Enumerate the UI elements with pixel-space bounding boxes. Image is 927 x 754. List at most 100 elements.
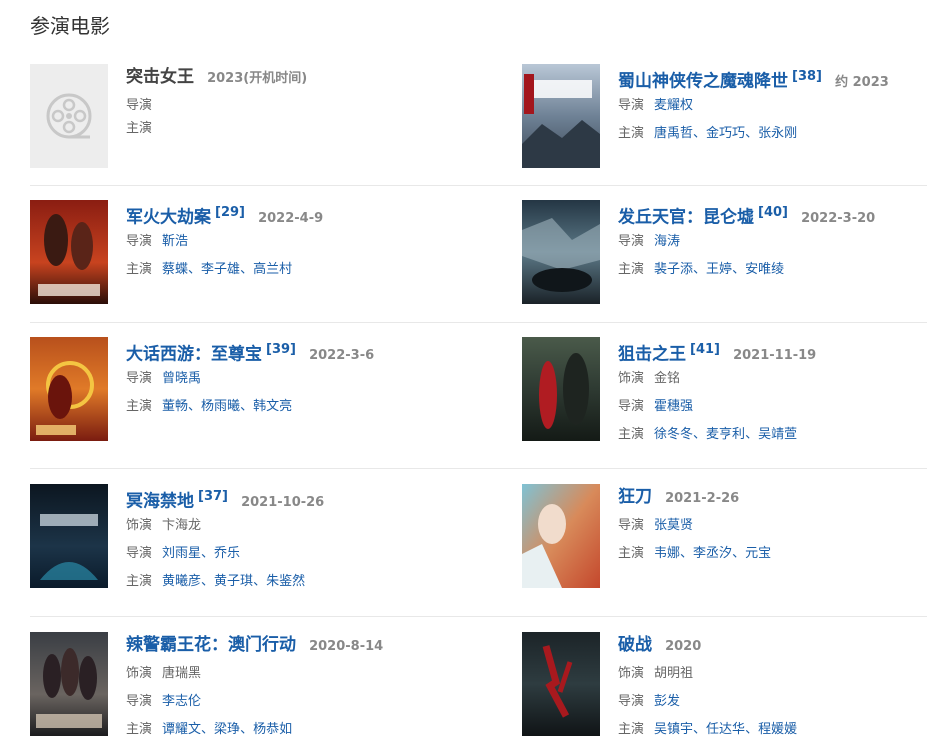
movie-date: 2021-2-26: [665, 491, 740, 506]
star-link[interactable]: 李子雄: [201, 262, 240, 277]
star-link[interactable]: 吴镇宇: [654, 722, 693, 737]
movie-poster[interactable]: [30, 200, 108, 304]
film-reel-icon: [30, 64, 108, 168]
citation-ref[interactable]: [29]: [215, 205, 245, 220]
star-link[interactable]: 梁琤: [214, 722, 240, 737]
director-label: 导演: [126, 98, 153, 113]
movie-title[interactable]: 狙击之王: [618, 344, 686, 364]
movie-title[interactable]: 军火大劫案: [126, 207, 211, 227]
star-link[interactable]: 韦娜: [654, 546, 680, 561]
star-link[interactable]: 黄子琪: [214, 574, 253, 589]
movie-poster[interactable]: [30, 632, 108, 736]
movie-poster[interactable]: [30, 337, 108, 441]
role-label: 饰演: [126, 518, 153, 533]
movie-title[interactable]: 冥海禁地: [126, 491, 194, 511]
director-link[interactable]: 靳浩: [162, 234, 188, 249]
star-link[interactable]: 元宝: [745, 546, 771, 561]
citation-ref[interactable]: [39]: [266, 342, 296, 357]
movie-card: 狂刀 2021-2-26 导演 张莫贤 主演 韦娜、李丞汐、元宝: [522, 484, 927, 594]
director-link[interactable]: 乔乐: [214, 546, 240, 561]
role-name: 金铭: [654, 371, 681, 386]
citation-ref[interactable]: [38]: [792, 69, 822, 84]
movie-date: 约 2023: [835, 75, 889, 91]
movie-card: 突击女王 2023(开机时间) 导演 主演: [30, 64, 470, 174]
star-link[interactable]: 吴靖萱: [758, 427, 797, 442]
star-label: 主演: [126, 722, 153, 737]
star-link[interactable]: 裴子添: [654, 262, 693, 277]
citation-ref[interactable]: [37]: [198, 489, 228, 504]
movie-card: 辣警霸王花：澳门行动 2020-8-14 饰演 唐瑞黑 导演 李志伦 主演 谭耀文、梁…: [30, 632, 470, 742]
star-link[interactable]: 金巧巧: [706, 126, 745, 141]
row-divider: [30, 616, 927, 617]
star-link[interactable]: 高兰村: [253, 262, 292, 277]
movie-poster[interactable]: [522, 200, 600, 304]
row-divider: [30, 468, 927, 469]
director-label: 导演: [618, 694, 645, 709]
row-divider: [30, 185, 927, 186]
star-label: 主演: [618, 427, 645, 442]
role-label: 饰演: [618, 371, 645, 386]
movie-title[interactable]: 大话西游：至尊宝: [126, 344, 262, 364]
star-link[interactable]: 麦亨利: [706, 427, 745, 442]
star-label: 主演: [618, 262, 645, 277]
star-link[interactable]: 安唯绫: [745, 262, 784, 277]
movie-card: 狙击之王 [41] 2021-11-19 饰演 金铭 导演 霍穗强 主演 徐冬冬、麦亨利…: [522, 337, 927, 447]
movie-card: 大话西游：至尊宝 [39] 2022-3-6 导演 曾晓禹 主演 董畅、杨雨曦、韩文亮: [30, 337, 470, 447]
star-label: 主演: [126, 399, 153, 414]
movie-title[interactable]: 破战: [618, 635, 652, 655]
director-link[interactable]: 张莫贤: [654, 518, 693, 533]
director-link[interactable]: 麦耀权: [654, 98, 693, 113]
star-link[interactable]: 蔡蝶: [162, 262, 188, 277]
director-label: 导演: [618, 518, 645, 533]
movie-card: 冥海禁地 [37] 2021-10-26 饰演 卞海龙 导演 刘雨星、乔乐 主演 黄曦彦…: [30, 484, 470, 594]
director-link[interactable]: 彭发: [654, 694, 680, 709]
director-label: 导演: [126, 234, 153, 249]
star-link[interactable]: 杨恭如: [253, 722, 292, 737]
movie-date: 2021-10-26: [241, 495, 325, 511]
citation-ref[interactable]: [41]: [690, 342, 720, 357]
movie-poster[interactable]: [522, 337, 600, 441]
movie-date: 2021-11-19: [733, 348, 817, 364]
director-link[interactable]: 刘雨星: [162, 546, 201, 561]
star-link[interactable]: 程媛媛: [758, 722, 797, 737]
star-label: 主演: [618, 722, 645, 737]
movie-title[interactable]: 狂刀: [618, 487, 652, 507]
movie-poster[interactable]: [522, 632, 600, 736]
movie-poster[interactable]: [522, 64, 600, 168]
star-label: 主演: [126, 574, 153, 589]
director-link[interactable]: 李志伦: [162, 694, 201, 709]
movie-poster[interactable]: [522, 484, 600, 588]
director-label: 导演: [618, 98, 645, 113]
star-link[interactable]: 朱鉴然: [266, 574, 305, 589]
movie-title[interactable]: 发丘天官：昆仑墟: [618, 207, 754, 227]
role-name: 胡明祖: [654, 666, 694, 681]
citation-ref[interactable]: [40]: [758, 205, 788, 220]
star-link[interactable]: 唐禹哲: [654, 126, 693, 141]
movie-poster[interactable]: [30, 484, 108, 588]
star-link[interactable]: 王婷: [706, 262, 732, 277]
star-label: 主演: [126, 262, 153, 277]
director-label: 导演: [618, 399, 645, 414]
movie-card: 发丘天官：昆仑墟 [40] 2022-3-20 导演 海涛 主演 裴子添、王婷、安唯绫: [522, 200, 927, 310]
star-link[interactable]: 张永刚: [758, 126, 797, 141]
movie-date: 2023(开机时间): [207, 71, 308, 86]
movie-card: 蜀山神侠传之魔魂降世 [38] 约 2023 导演 麦耀权 主演 唐禹哲、金巧巧、张永…: [522, 64, 927, 174]
star-link[interactable]: 黄曦彦: [162, 574, 201, 589]
star-link[interactable]: 任达华: [706, 722, 745, 737]
director-link[interactable]: 曾晓禹: [162, 371, 201, 386]
movie-title[interactable]: 辣警霸王花：澳门行动: [126, 635, 296, 655]
role-name: 卞海龙: [162, 518, 202, 533]
star-link[interactable]: 徐冬冬: [654, 427, 693, 442]
director-link[interactable]: 海涛: [654, 234, 680, 249]
director-label: 导演: [618, 234, 645, 249]
role-label: 饰演: [126, 666, 153, 681]
director-link[interactable]: 霍穗强: [654, 399, 693, 414]
star-label: 主演: [618, 126, 645, 141]
star-link[interactable]: 杨雨曦: [201, 399, 240, 414]
star-link[interactable]: 谭耀文: [162, 722, 201, 737]
row-divider: [30, 322, 927, 323]
star-link[interactable]: 李丞汐: [693, 546, 732, 561]
movie-title[interactable]: 蜀山神侠传之魔魂降世: [618, 71, 788, 91]
star-link[interactable]: 董畅: [162, 399, 188, 414]
star-link[interactable]: 韩文亮: [253, 399, 292, 414]
